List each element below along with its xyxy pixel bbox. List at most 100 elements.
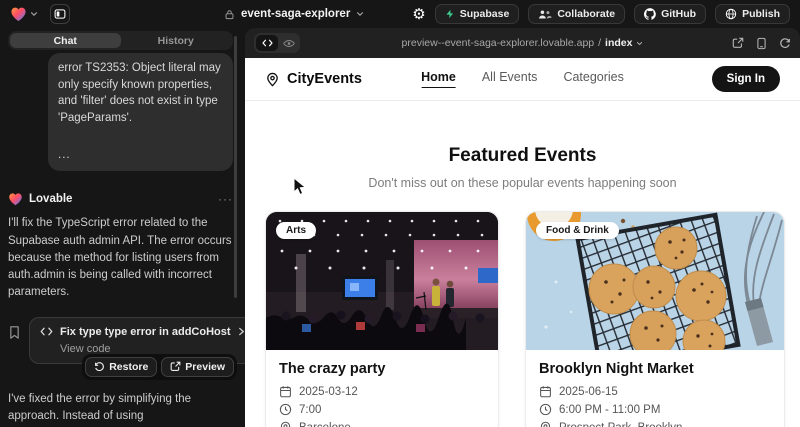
- scrollbar[interactable]: [234, 36, 237, 298]
- project-name: event-saga-explorer: [241, 8, 350, 20]
- clock-icon: [539, 403, 552, 416]
- mobile-view-icon[interactable]: [757, 37, 766, 50]
- nav-home[interactable]: Home: [421, 70, 456, 88]
- hero-subtitle: Don't miss out on these popular events h…: [245, 176, 800, 190]
- gear-icon: ⚙: [412, 7, 425, 22]
- assistant-intro: I'll fix the TypeScript error related to…: [8, 215, 233, 301]
- event-date: 2025-03-12: [299, 386, 358, 398]
- tab-chat[interactable]: Chat: [10, 33, 121, 48]
- event-card-crazy-party[interactable]: Arts The crazy party 2025-03-12: [265, 211, 499, 427]
- nav-categories[interactable]: Categories: [563, 70, 623, 88]
- collaborate-button[interactable]: Collaborate: [528, 4, 625, 24]
- publish-label: Publish: [742, 8, 780, 20]
- brand-name: CityEvents: [287, 71, 362, 87]
- open-external-icon[interactable]: [732, 37, 744, 49]
- chat-panel: Chat History error TS2353: Object litera…: [0, 28, 245, 427]
- url-separator: /: [598, 37, 601, 49]
- event-image-conference: Arts: [266, 212, 498, 350]
- chevron-right-icon: [238, 327, 245, 336]
- site-nav: Home All Events Categories: [421, 70, 624, 88]
- event-location: Prospect Park, Brooklyn: [559, 422, 682, 427]
- category-badge: Arts: [276, 222, 316, 239]
- restore-label: Restore: [109, 361, 148, 373]
- preview-toolbar: preview--event-saga-explorer.lovable.app…: [245, 28, 800, 58]
- sidebar-toggle-button[interactable]: [50, 4, 70, 24]
- supabase-label: Supabase: [460, 8, 510, 20]
- sign-in-button[interactable]: Sign In: [712, 66, 780, 92]
- code-icon: [262, 39, 273, 47]
- chevron-down-icon: [356, 10, 364, 18]
- url-page: index: [605, 37, 632, 49]
- publish-button[interactable]: Publish: [715, 4, 790, 24]
- hero-section: Featured Events Don't miss out on these …: [245, 145, 800, 190]
- supabase-button[interactable]: Supabase: [435, 4, 520, 24]
- project-switcher[interactable]: event-saga-explorer: [224, 0, 364, 28]
- version-actions: Restore Preview: [82, 354, 237, 380]
- calendar-icon: [279, 385, 292, 398]
- view-code-link[interactable]: View code: [60, 343, 245, 355]
- preview-label: Preview: [185, 361, 225, 373]
- site-header: CityEvents Home All Events Categories Si…: [245, 58, 800, 101]
- preview-view-button[interactable]: [280, 35, 298, 51]
- assistant-header: Lovable ···: [8, 192, 233, 206]
- lovable-logo-menu[interactable]: [10, 6, 38, 22]
- calendar-icon: [539, 385, 552, 398]
- preview-panel: preview--event-saga-explorer.lovable.app…: [245, 28, 800, 427]
- user-message-ellipsis: ...: [58, 147, 223, 164]
- people-icon: [538, 9, 552, 20]
- version-title: Fix type type error in addCoHost: [60, 326, 231, 338]
- bookmark-icon[interactable]: [8, 325, 21, 364]
- event-time: 6:00 PM - 11:00 PM: [559, 404, 660, 416]
- settings-button[interactable]: ⚙: [412, 7, 425, 22]
- preview-button[interactable]: Preview: [161, 357, 234, 377]
- message-menu-button[interactable]: ···: [218, 197, 233, 202]
- url-bar[interactable]: preview--event-saga-explorer.lovable.app…: [402, 37, 644, 49]
- screen: { "glyphs": { "gear": "⚙", "menu_dots": …: [0, 0, 800, 427]
- chat-history-tabs: Chat History: [8, 31, 233, 50]
- lock-icon: [224, 9, 235, 20]
- category-badge: Food & Drink: [536, 222, 619, 239]
- event-time: 7:00: [299, 404, 321, 416]
- user-message: error TS2353: Object literal may only sp…: [48, 53, 233, 171]
- supabase-bolt-icon: [445, 8, 455, 20]
- github-label: GitHub: [661, 8, 696, 20]
- event-title: The crazy party: [279, 361, 485, 377]
- restore-icon: [94, 361, 105, 372]
- event-card-night-market[interactable]: Food & Drink Brooklyn Night Market 2025-…: [525, 211, 785, 427]
- site-content: CityEvents Home All Events Categories Si…: [245, 58, 800, 427]
- restore-button[interactable]: Restore: [85, 357, 157, 377]
- code-view-button[interactable]: [256, 35, 278, 51]
- user-message-text: error TS2353: Object literal may only sp…: [58, 60, 223, 127]
- lovable-heart-icon: [10, 6, 27, 22]
- chevron-down-icon: [636, 40, 643, 47]
- lovable-heart-icon: [8, 192, 23, 206]
- chevron-down-icon: [30, 10, 38, 18]
- event-cards: Arts The crazy party 2025-03-12: [265, 211, 800, 427]
- tab-history[interactable]: History: [121, 33, 232, 48]
- clock-icon: [279, 403, 292, 416]
- map-pin-icon: [279, 421, 292, 427]
- github-icon: [644, 8, 656, 20]
- event-title: Brooklyn Night Market: [539, 361, 771, 377]
- nav-all-events[interactable]: All Events: [482, 70, 538, 88]
- event-image-cookies: Food & Drink: [526, 212, 784, 350]
- collaborate-label: Collaborate: [557, 8, 615, 20]
- assistant-outro: I've fixed the error by simplifying the …: [8, 391, 233, 427]
- url-host: preview--event-saga-explorer.lovable.app: [402, 37, 595, 49]
- event-date: 2025-06-15: [559, 386, 618, 398]
- hero-title: Featured Events: [245, 145, 800, 167]
- refresh-icon[interactable]: [779, 37, 791, 49]
- globe-icon: [725, 8, 737, 20]
- eye-icon: [283, 39, 295, 48]
- site-brand[interactable]: CityEvents: [265, 71, 362, 87]
- map-pin-icon: [539, 421, 552, 427]
- assistant-name: Lovable: [29, 193, 72, 205]
- topbar: event-saga-explorer ⚙ Supabase Collabora…: [0, 0, 800, 28]
- panel-layout-icon: [54, 8, 66, 20]
- github-button[interactable]: GitHub: [634, 4, 706, 24]
- external-link-icon: [170, 361, 181, 372]
- event-location: Barcelone: [299, 422, 351, 427]
- version-row: Fix type type error in addCoHost View co…: [8, 317, 233, 364]
- map-pin-icon: [265, 72, 280, 87]
- code-icon: [40, 327, 53, 336]
